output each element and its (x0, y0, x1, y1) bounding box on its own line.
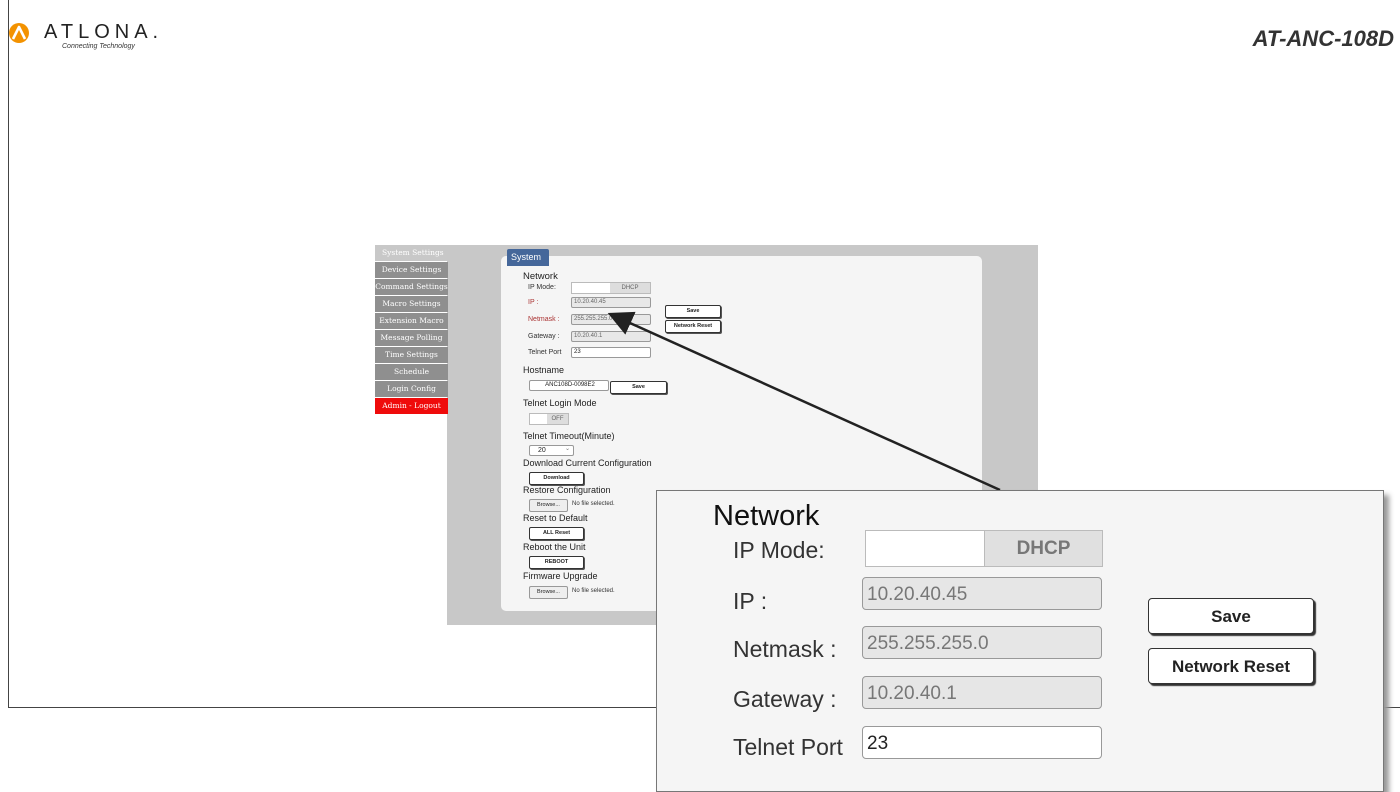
sidebar-nav: System Settings Device Settings Command … (375, 245, 448, 415)
ip-mode-toggle[interactable]: DHCP (571, 282, 651, 294)
model-name: AT-ANC-108D (1252, 26, 1394, 51)
zoom-ip-mode-label: IP Mode: (733, 537, 825, 563)
reboot-heading: Reboot the Unit (523, 542, 586, 552)
sidebar-item-logout[interactable]: Admin - Logout (375, 398, 448, 414)
gateway-label: Gateway : (528, 333, 560, 340)
hostname-heading: Hostname (523, 365, 565, 375)
atlona-logo-icon (9, 23, 29, 43)
zoom-network-heading: Network (713, 500, 820, 532)
zoom-ip-mode-value: DHCP (985, 531, 1102, 566)
brand-tagline: Connecting Technology (62, 43, 135, 50)
sidebar-item-device-settings[interactable]: Device Settings (375, 262, 448, 278)
gateway-field[interactable]: 10.20.40.1 (571, 331, 651, 342)
telnet-port-field[interactable]: 23 (571, 347, 651, 358)
network-heading: Network (523, 271, 558, 282)
sidebar-item-message-polling[interactable]: Message Polling (375, 330, 448, 346)
network-save-button[interactable]: Save (665, 305, 721, 318)
firmware-heading: Firmware Upgrade (523, 571, 598, 581)
sidebar-item-system-settings[interactable]: System Settings (375, 245, 448, 261)
restore-file-status: No file selected. (572, 501, 615, 507)
telnet-login-heading: Telnet Login Mode (523, 398, 597, 408)
telnet-timeout-value: 20 (538, 447, 546, 454)
reset-heading: Reset to Default (523, 513, 588, 523)
zoom-save-button[interactable]: Save (1148, 598, 1314, 634)
hostname-save-button[interactable]: Save (610, 381, 667, 394)
telnet-timeout-heading: Telnet Timeout(Minute) (523, 431, 615, 441)
ip-mode-label: IP Mode: (528, 284, 556, 291)
hostname-field[interactable]: ANC108D-0098E2 (529, 380, 609, 391)
sidebar-item-macro-settings[interactable]: Macro Settings (375, 296, 448, 312)
zoom-netmask-field[interactable]: 255.255.255.0 (862, 626, 1102, 659)
zoom-gateway-label: Gateway : (733, 686, 837, 712)
telnet-login-toggle[interactable]: OFF (529, 413, 569, 425)
ip-mode-value: DHCP (610, 283, 650, 293)
firmware-file-status: No file selected. (572, 588, 615, 594)
brand-name: ATLONA. (44, 21, 164, 43)
zoom-ip-field[interactable]: 10.20.40.45 (862, 577, 1102, 610)
reboot-button[interactable]: REBOOT (529, 556, 584, 569)
ip-label: IP : (528, 299, 539, 306)
zoom-ip-mode-toggle[interactable]: DHCP (865, 530, 1103, 567)
firmware-browse-button[interactable]: Browse... (529, 586, 568, 599)
netmask-label: Netmask : (528, 316, 560, 323)
sidebar-item-time-settings[interactable]: Time Settings (375, 347, 448, 363)
restore-heading: Restore Configuration (523, 485, 611, 495)
restore-browse-button[interactable]: Browse... (529, 499, 568, 512)
chevron-down-icon: ⌄ (564, 446, 570, 452)
tab-system[interactable]: System (507, 249, 549, 266)
zoom-telnet-port-label: Telnet Port (733, 734, 843, 760)
sidebar-item-login-config[interactable]: Login Config (375, 381, 448, 397)
netmask-field[interactable]: 255.255.255.0 (571, 314, 651, 325)
brand-logo: ATLONA. (8, 22, 163, 44)
download-button[interactable]: Download (529, 472, 584, 485)
sidebar-item-extension-macro[interactable]: Extension Macro (375, 313, 448, 329)
telnet-port-label: Telnet Port (528, 349, 562, 356)
network-reset-button[interactable]: Network Reset (665, 320, 721, 333)
sidebar-item-command-settings[interactable]: Command Settings (375, 279, 448, 295)
download-heading: Download Current Configuration (523, 458, 652, 468)
zoom-ip-label: IP : (733, 588, 768, 614)
all-reset-button[interactable]: ALL Reset (529, 527, 584, 540)
telnet-login-value: OFF (547, 414, 568, 424)
zoom-netmask-label: Netmask : (733, 636, 837, 662)
zoom-gateway-field[interactable]: 10.20.40.1 (862, 676, 1102, 709)
telnet-timeout-select[interactable]: 20 ⌄ (529, 445, 574, 456)
sidebar-item-schedule[interactable]: Schedule (375, 364, 448, 380)
zoom-telnet-port-field[interactable]: 23 (862, 726, 1102, 759)
zoom-network-reset-button[interactable]: Network Reset (1148, 648, 1314, 684)
ip-field[interactable]: 10.20.40.45 (571, 297, 651, 308)
